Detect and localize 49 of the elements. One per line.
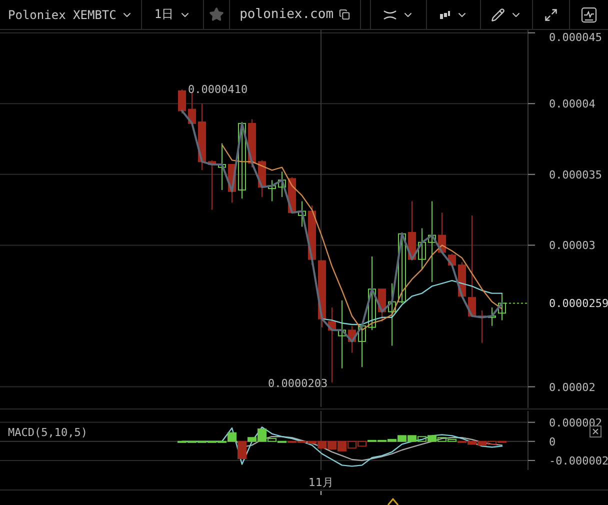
pencil-icon — [491, 8, 505, 22]
crosshair-tool-button[interactable] — [370, 0, 427, 29]
histogram-bar — [328, 440, 336, 450]
time-axis-label: 11月 — [308, 476, 334, 489]
close-icon[interactable] — [590, 426, 602, 438]
candlestick — [188, 92, 196, 126]
candlestick — [278, 171, 286, 198]
candlestick — [378, 288, 386, 322]
candlestick — [488, 306, 496, 326]
candlestick — [218, 142, 226, 190]
candlestick — [318, 260, 326, 328]
candlestick — [438, 212, 446, 253]
price-axis-label: 0.00004 — [549, 98, 596, 111]
price-axis-label: 0.000035 — [549, 168, 602, 182]
candlestick — [268, 180, 276, 202]
current-price-label: 0.0000259 — [549, 297, 608, 310]
star-icon — [208, 7, 224, 22]
candlestick — [198, 103, 206, 171]
price-axis-label: 0.00003 — [549, 239, 596, 252]
price-axis-label: 0.00002 — [549, 380, 596, 394]
candlestick — [348, 325, 356, 354]
candlestick — [298, 200, 306, 228]
candlestick — [478, 310, 486, 344]
macd-axis-label: -0.000002 — [549, 454, 608, 468]
cross-lines-icon — [383, 10, 397, 20]
high-price-label: 0.0000410 — [188, 83, 248, 96]
histogram-bar — [338, 440, 346, 452]
candlestick — [418, 228, 426, 270]
candlestick — [358, 325, 366, 368]
candlestick — [228, 164, 236, 204]
candlestick — [338, 300, 346, 369]
histogram-bar — [348, 440, 356, 449]
event-marker-icon[interactable] — [387, 498, 399, 505]
crosshair-line — [320, 410, 322, 470]
current-price-line — [504, 302, 528, 304]
candlestick — [208, 160, 216, 210]
macd-indicator-title: MACD(5,10,5) — [8, 426, 88, 439]
candlestick — [258, 160, 266, 198]
expand-icon — [544, 8, 558, 22]
price-axis-label: 0.000045 — [549, 31, 602, 44]
candlestick-icon — [439, 10, 451, 20]
chart-panel-icon — [581, 6, 597, 22]
low-price-label: 0.0000203 — [268, 377, 328, 390]
candlestick — [388, 282, 396, 346]
candlestick — [498, 292, 506, 321]
copy-icon — [338, 9, 350, 20]
candlestick — [178, 88, 186, 114]
candlestick — [408, 200, 416, 260]
macd-axis-label: 0 — [549, 435, 556, 448]
